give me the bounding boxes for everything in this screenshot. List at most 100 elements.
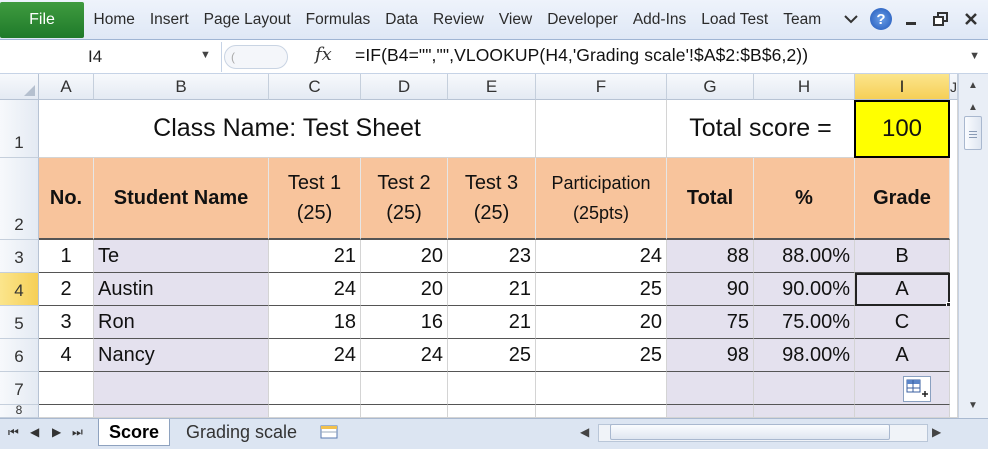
insert-function-icon[interactable]: fx [315, 44, 332, 65]
cell-test1[interactable]: 24 [269, 273, 361, 306]
cell-no[interactable]: 3 [39, 306, 94, 339]
cell-participation[interactable]: 20 [536, 306, 667, 339]
insert-sheet-icon[interactable] [318, 423, 342, 441]
row-header-3[interactable]: 3 [0, 240, 39, 273]
column-header-i[interactable]: I [855, 74, 950, 100]
cell-grade[interactable]: C [855, 306, 950, 339]
tab-data[interactable]: Data [378, 11, 426, 29]
help-icon[interactable]: ? [870, 8, 892, 30]
cell-participation[interactable]: 25 [536, 339, 667, 372]
next-sheet-icon[interactable]: ▶ [52, 425, 61, 439]
cell-f1[interactable] [536, 100, 667, 158]
cell-student-name[interactable]: Te [94, 240, 269, 273]
cell-test1[interactable]: 24 [269, 339, 361, 372]
empty-cell[interactable] [39, 405, 94, 418]
cell-percent[interactable]: 75.00% [754, 306, 855, 339]
tab-team[interactable]: Team [776, 11, 829, 29]
empty-cell[interactable] [269, 372, 361, 405]
empty-cell[interactable] [448, 372, 536, 405]
header-test1[interactable]: Test 1 (25) [269, 158, 361, 240]
empty-cell[interactable] [754, 405, 855, 418]
row-header-1[interactable]: 1 [0, 100, 39, 158]
column-header-d[interactable]: D [361, 74, 448, 100]
cell-test1[interactable]: 18 [269, 306, 361, 339]
cell-total[interactable]: 98 [667, 339, 754, 372]
total-score-value[interactable]: 100 [854, 100, 950, 158]
header-test3[interactable]: Test 3 (25) [448, 158, 536, 240]
row-header-5[interactable]: 5 [0, 306, 39, 339]
cell-percent[interactable]: 90.00% [754, 273, 855, 306]
cell-test2[interactable]: 16 [361, 306, 448, 339]
minimize-ribbon-icon[interactable] [840, 8, 862, 30]
tab-formulas[interactable]: Formulas [298, 11, 378, 29]
column-j-strip[interactable] [950, 100, 958, 418]
name-box[interactable]: I4 ▼ [0, 42, 222, 72]
cell-total[interactable]: 90 [667, 273, 754, 306]
empty-cell[interactable] [536, 372, 667, 405]
cell-participation[interactable]: 24 [536, 240, 667, 273]
header-total[interactable]: Total [667, 158, 754, 240]
column-header-c[interactable]: C [269, 74, 361, 100]
cell-test3[interactable]: 23 [448, 240, 536, 273]
cell-test3[interactable]: 25 [448, 339, 536, 372]
tab-add-ins[interactable]: Add-Ins [625, 11, 693, 29]
row-header-8[interactable]: 8 [0, 403, 39, 418]
sheet-title-cell[interactable]: Class Name: Test Sheet [39, 100, 536, 158]
empty-cell[interactable] [448, 405, 536, 418]
file-tab[interactable]: File [0, 2, 84, 38]
cell-grade[interactable]: B [855, 240, 950, 273]
cell-no[interactable]: 1 [39, 240, 94, 273]
cell-participation[interactable]: 25 [536, 273, 667, 306]
cell-test2[interactable]: 20 [361, 273, 448, 306]
column-header-g[interactable]: G [667, 74, 754, 100]
empty-cell[interactable] [754, 372, 855, 405]
formula-bar-separator[interactable]: ( [224, 45, 288, 69]
last-sheet-icon[interactable]: ⏭ [72, 425, 83, 440]
cell-test2[interactable]: 20 [361, 240, 448, 273]
empty-cell[interactable] [39, 372, 94, 405]
auto-fill-options-button[interactable] [903, 376, 931, 402]
select-all-corner[interactable] [0, 74, 39, 100]
scroll-right-icon[interactable]: ▶ [932, 425, 941, 439]
row-header-2[interactable]: 2 [0, 158, 39, 240]
cell-student-name[interactable]: Ron [94, 306, 269, 339]
scroll-up-icon[interactable]: ▲ [968, 80, 978, 91]
scroll-left-icon[interactable]: ◀ [580, 425, 589, 439]
empty-cell[interactable] [667, 405, 754, 418]
cell-percent[interactable]: 88.00% [754, 240, 855, 273]
chevron-down-icon[interactable]: ▼ [200, 49, 211, 61]
expand-formula-bar-icon[interactable]: ▼ [969, 50, 980, 62]
cell-student-name[interactable]: Nancy [94, 339, 269, 372]
minimize-window-icon[interactable] [900, 8, 922, 30]
empty-cell[interactable] [94, 372, 269, 405]
tab-page-layout[interactable]: Page Layout [196, 11, 298, 29]
empty-cell[interactable] [667, 372, 754, 405]
empty-cell[interactable] [361, 372, 448, 405]
cell-test3[interactable]: 21 [448, 273, 536, 306]
cell-test3[interactable]: 21 [448, 306, 536, 339]
header-test2[interactable]: Test 2 (25) [361, 158, 448, 240]
first-sheet-icon[interactable]: ⏮ [8, 425, 19, 440]
column-header-h[interactable]: H [754, 74, 855, 100]
split-box[interactable]: ▲ [958, 74, 988, 100]
formula-input[interactable]: =IF(B4="","",VLOOKUP(H4,'Grading scale'!… [355, 45, 808, 66]
row-header-6[interactable]: 6 [0, 339, 39, 372]
close-window-icon[interactable] [960, 8, 982, 30]
tab-insert[interactable]: Insert [142, 11, 196, 29]
row-header-4[interactable]: 4 [0, 273, 39, 306]
column-header-e[interactable]: E [448, 74, 536, 100]
scroll-down-icon[interactable]: ▼ [968, 400, 978, 411]
restore-window-icon[interactable] [930, 8, 952, 30]
cell-total[interactable]: 75 [667, 306, 754, 339]
header-participation[interactable]: Participation (25pts) [536, 158, 667, 240]
column-header-a[interactable]: A [39, 74, 94, 100]
cell-grade[interactable]: A [855, 339, 950, 372]
tab-developer[interactable]: Developer [540, 11, 626, 29]
tab-view[interactable]: View [491, 11, 539, 29]
tab-home[interactable]: Home [86, 11, 142, 29]
column-header-j[interactable]: J [950, 74, 958, 100]
cell-no[interactable]: 2 [39, 273, 94, 306]
column-header-b[interactable]: B [94, 74, 269, 100]
column-header-f[interactable]: F [536, 74, 667, 100]
scroll-up-icon[interactable]: ▲ [968, 102, 978, 113]
